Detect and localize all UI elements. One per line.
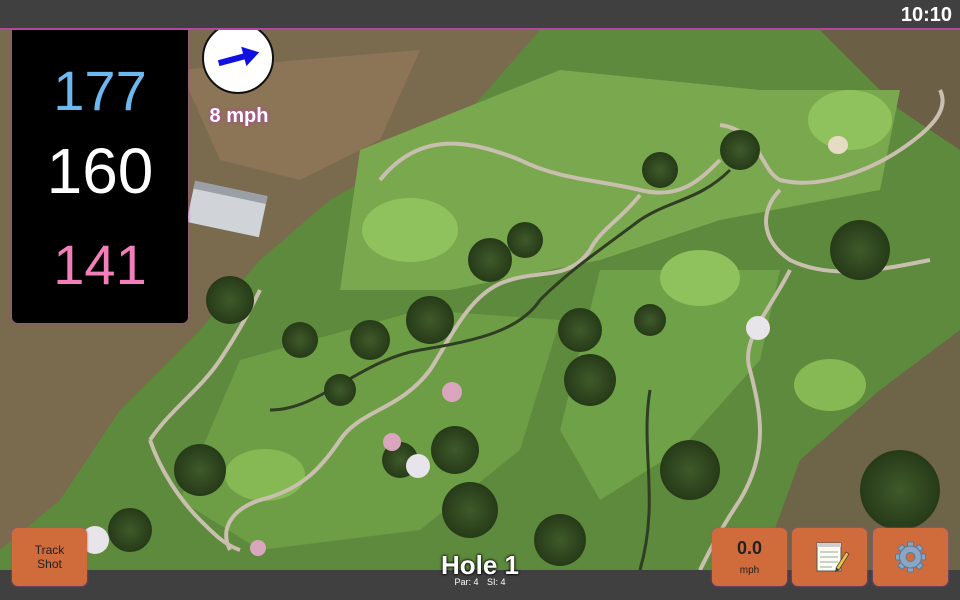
settings-button[interactable] [873, 528, 948, 586]
hole-par: Par: 4 [454, 577, 479, 587]
wind-arrow-icon [217, 46, 260, 67]
shot-speed-button[interactable]: 0.0 mph [712, 528, 787, 586]
distance-panel: 177 160 141 [12, 23, 188, 323]
notes-button[interactable] [792, 528, 867, 586]
back-distance: 177 [53, 59, 147, 122]
hole-si: SI: 4 [487, 577, 506, 587]
front-distance: 141 [53, 233, 147, 296]
clock: 10:10 [900, 4, 952, 26]
speed-value: 0.0 [736, 538, 763, 558]
wind-speed-label: 8 mph [209, 105, 269, 127]
hole-info: Par: 4 SI: 4 [380, 577, 580, 587]
speed-unit: mph [739, 565, 760, 576]
gear-icon [895, 541, 926, 573]
center-distance: 160 [46, 135, 154, 207]
status-bar: 10:10 [0, 0, 960, 30]
track-shot-label: Track Shot [34, 543, 65, 571]
wind-indicator[interactable] [202, 22, 274, 94]
track-shot-button[interactable]: Track Shot [12, 528, 87, 586]
notepad-icon [816, 542, 850, 572]
